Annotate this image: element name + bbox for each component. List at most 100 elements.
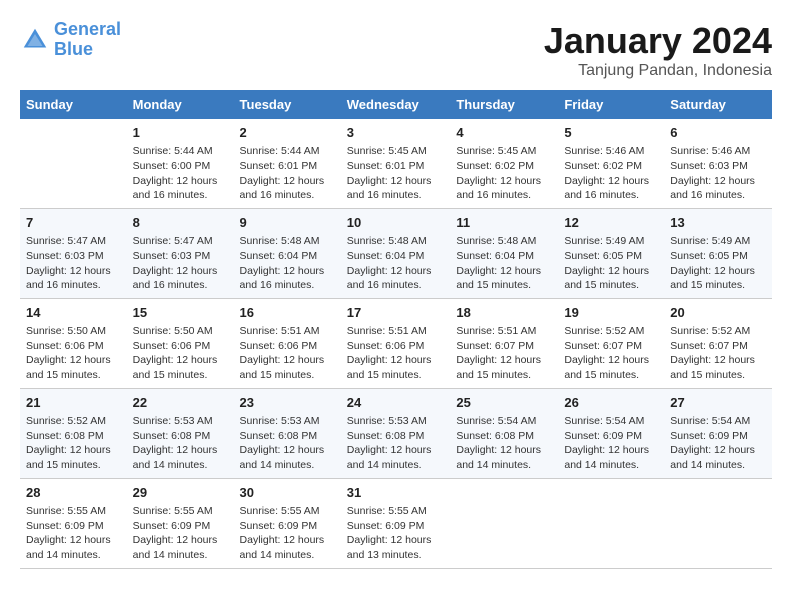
calendar-cell: 19 Sunrise: 5:52 AM Sunset: 6:07 PM Dayli… (558, 298, 664, 388)
calendar-cell: 6 Sunrise: 5:46 AM Sunset: 6:03 PM Daylig… (664, 119, 772, 208)
calendar-cell: 22 Sunrise: 5:53 AM Sunset: 6:08 PM Dayli… (127, 388, 234, 478)
day-number: 10 (347, 214, 445, 232)
day-number: 9 (240, 214, 335, 232)
day-number: 20 (670, 304, 766, 322)
day-info: Sunrise: 5:55 AM Sunset: 6:09 PM Dayligh… (133, 504, 228, 563)
weekday-header-tuesday: Tuesday (234, 90, 341, 119)
calendar-cell: 23 Sunrise: 5:53 AM Sunset: 6:08 PM Dayli… (234, 388, 341, 478)
calendar-cell: 12Sunrise: 5:49 AM Sunset: 6:05 PM Dayli… (558, 208, 664, 298)
day-info: Sunrise: 5:45 AM Sunset: 6:01 PM Dayligh… (347, 144, 445, 203)
calendar-cell (664, 478, 772, 568)
day-info: Sunrise: 5:52 AM Sunset: 6:07 PM Dayligh… (670, 324, 766, 383)
logo-icon (20, 25, 50, 55)
day-info: Sunrise: 5:49 AM Sunset: 6:05 PM Dayligh… (564, 234, 658, 293)
calendar-cell: 7 Sunrise: 5:47 AM Sunset: 6:03 PM Daylig… (20, 208, 127, 298)
day-number: 22 (133, 394, 228, 412)
day-info: Sunrise: 5:51 AM Sunset: 6:06 PM Dayligh… (240, 324, 335, 383)
day-number: 16 (240, 304, 335, 322)
weekday-header-saturday: Saturday (664, 90, 772, 119)
calendar-cell: 24Sunrise: 5:53 AM Sunset: 6:08 PM Dayli… (341, 388, 451, 478)
calendar-cell (450, 478, 558, 568)
calendar-header: SundayMondayTuesdayWednesdayThursdayFrid… (20, 90, 772, 119)
day-number: 25 (456, 394, 552, 412)
day-number: 7 (26, 214, 121, 232)
day-info: Sunrise: 5:50 AM Sunset: 6:06 PM Dayligh… (26, 324, 121, 383)
calendar-cell: 2 Sunrise: 5:44 AM Sunset: 6:01 PM Daylig… (234, 119, 341, 208)
calendar-cell: 3 Sunrise: 5:45 AM Sunset: 6:01 PM Daylig… (341, 119, 451, 208)
day-number: 15 (133, 304, 228, 322)
calendar-cell: 16 Sunrise: 5:51 AM Sunset: 6:06 PM Dayli… (234, 298, 341, 388)
day-info: Sunrise: 5:44 AM Sunset: 6:01 PM Dayligh… (240, 144, 335, 203)
day-info: Sunrise: 5:55 AM Sunset: 6:09 PM Dayligh… (26, 504, 121, 563)
day-number: 19 (564, 304, 658, 322)
calendar-cell: 8 Sunrise: 5:47 AM Sunset: 6:03 PM Daylig… (127, 208, 234, 298)
day-info: Sunrise: 5:53 AM Sunset: 6:08 PM Dayligh… (133, 414, 228, 473)
calendar-week-row: 14Sunrise: 5:50 AM Sunset: 6:06 PM Dayli… (20, 298, 772, 388)
logo-line2: Blue (54, 39, 93, 59)
day-info: Sunrise: 5:53 AM Sunset: 6:08 PM Dayligh… (240, 414, 335, 473)
day-info: Sunrise: 5:49 AM Sunset: 6:05 PM Dayligh… (670, 234, 766, 293)
day-info: Sunrise: 5:46 AM Sunset: 6:03 PM Dayligh… (670, 144, 766, 203)
calendar-week-row: 7 Sunrise: 5:47 AM Sunset: 6:03 PM Daylig… (20, 208, 772, 298)
day-info: Sunrise: 5:46 AM Sunset: 6:02 PM Dayligh… (564, 144, 658, 203)
day-number: 6 (670, 124, 766, 142)
weekday-header-monday: Monday (127, 90, 234, 119)
calendar-cell: 1Sunrise: 5:44 AM Sunset: 6:00 PM Daylig… (127, 119, 234, 208)
day-info: Sunrise: 5:48 AM Sunset: 6:04 PM Dayligh… (456, 234, 552, 293)
calendar-cell: 13 Sunrise: 5:49 AM Sunset: 6:05 PM Dayli… (664, 208, 772, 298)
day-number: 17 (347, 304, 445, 322)
calendar-cell: 4Sunrise: 5:45 AM Sunset: 6:02 PM Daylig… (450, 119, 558, 208)
day-info: Sunrise: 5:51 AM Sunset: 6:06 PM Dayligh… (347, 324, 445, 383)
day-number: 8 (133, 214, 228, 232)
day-info: Sunrise: 5:48 AM Sunset: 6:04 PM Dayligh… (240, 234, 335, 293)
day-number: 31 (347, 484, 445, 502)
day-number: 3 (347, 124, 445, 142)
calendar-cell: 10 Sunrise: 5:48 AM Sunset: 6:04 PM Dayli… (341, 208, 451, 298)
day-info: Sunrise: 5:47 AM Sunset: 6:03 PM Dayligh… (26, 234, 121, 293)
weekday-header-thursday: Thursday (450, 90, 558, 119)
calendar-cell: 25Sunrise: 5:54 AM Sunset: 6:08 PM Dayli… (450, 388, 558, 478)
day-info: Sunrise: 5:54 AM Sunset: 6:09 PM Dayligh… (564, 414, 658, 473)
calendar-table: SundayMondayTuesdayWednesdayThursdayFrid… (20, 90, 772, 569)
day-info: Sunrise: 5:53 AM Sunset: 6:08 PM Dayligh… (347, 414, 445, 473)
calendar-cell: 26Sunrise: 5:54 AM Sunset: 6:09 PM Dayli… (558, 388, 664, 478)
day-number: 2 (240, 124, 335, 142)
day-number: 29 (133, 484, 228, 502)
calendar-cell: 31 Sunrise: 5:55 AM Sunset: 6:09 PM Dayli… (341, 478, 451, 568)
day-info: Sunrise: 5:47 AM Sunset: 6:03 PM Dayligh… (133, 234, 228, 293)
title-area: January 2024 Tanjung Pandan, Indonesia (544, 20, 772, 80)
day-info: Sunrise: 5:54 AM Sunset: 6:09 PM Dayligh… (670, 414, 766, 473)
day-number: 30 (240, 484, 335, 502)
day-number: 23 (240, 394, 335, 412)
logo-text: General Blue (54, 20, 121, 60)
calendar-week-row: 1Sunrise: 5:44 AM Sunset: 6:00 PM Daylig… (20, 119, 772, 208)
day-number: 4 (456, 124, 552, 142)
month-title: January 2024 (544, 20, 772, 62)
day-number: 11 (456, 214, 552, 232)
calendar-cell: 5 Sunrise: 5:46 AM Sunset: 6:02 PM Daylig… (558, 119, 664, 208)
calendar-cell: 21Sunrise: 5:52 AM Sunset: 6:08 PM Dayli… (20, 388, 127, 478)
calendar-cell: 11 Sunrise: 5:48 AM Sunset: 6:04 PM Dayli… (450, 208, 558, 298)
logo-line1: General (54, 19, 121, 39)
day-number: 5 (564, 124, 658, 142)
calendar-cell: 28 Sunrise: 5:55 AM Sunset: 6:09 PM Dayli… (20, 478, 127, 568)
day-info: Sunrise: 5:55 AM Sunset: 6:09 PM Dayligh… (347, 504, 445, 563)
calendar-cell: 30 Sunrise: 5:55 AM Sunset: 6:09 PM Dayli… (234, 478, 341, 568)
calendar-cell: 27 Sunrise: 5:54 AM Sunset: 6:09 PM Dayli… (664, 388, 772, 478)
calendar-week-row: 28 Sunrise: 5:55 AM Sunset: 6:09 PM Dayli… (20, 478, 772, 568)
calendar-cell: 15 Sunrise: 5:50 AM Sunset: 6:06 PM Dayli… (127, 298, 234, 388)
day-number: 28 (26, 484, 121, 502)
weekday-header-wednesday: Wednesday (341, 90, 451, 119)
day-number: 21 (26, 394, 121, 412)
day-number: 27 (670, 394, 766, 412)
calendar-cell (558, 478, 664, 568)
day-info: Sunrise: 5:48 AM Sunset: 6:04 PM Dayligh… (347, 234, 445, 293)
day-info: Sunrise: 5:50 AM Sunset: 6:06 PM Dayligh… (133, 324, 228, 383)
calendar-cell: 9 Sunrise: 5:48 AM Sunset: 6:04 PM Daylig… (234, 208, 341, 298)
day-info: Sunrise: 5:52 AM Sunset: 6:07 PM Dayligh… (564, 324, 658, 383)
day-info: Sunrise: 5:55 AM Sunset: 6:09 PM Dayligh… (240, 504, 335, 563)
day-number: 18 (456, 304, 552, 322)
calendar-cell: 17 Sunrise: 5:51 AM Sunset: 6:06 PM Dayli… (341, 298, 451, 388)
calendar-week-row: 21Sunrise: 5:52 AM Sunset: 6:08 PM Dayli… (20, 388, 772, 478)
day-number: 13 (670, 214, 766, 232)
